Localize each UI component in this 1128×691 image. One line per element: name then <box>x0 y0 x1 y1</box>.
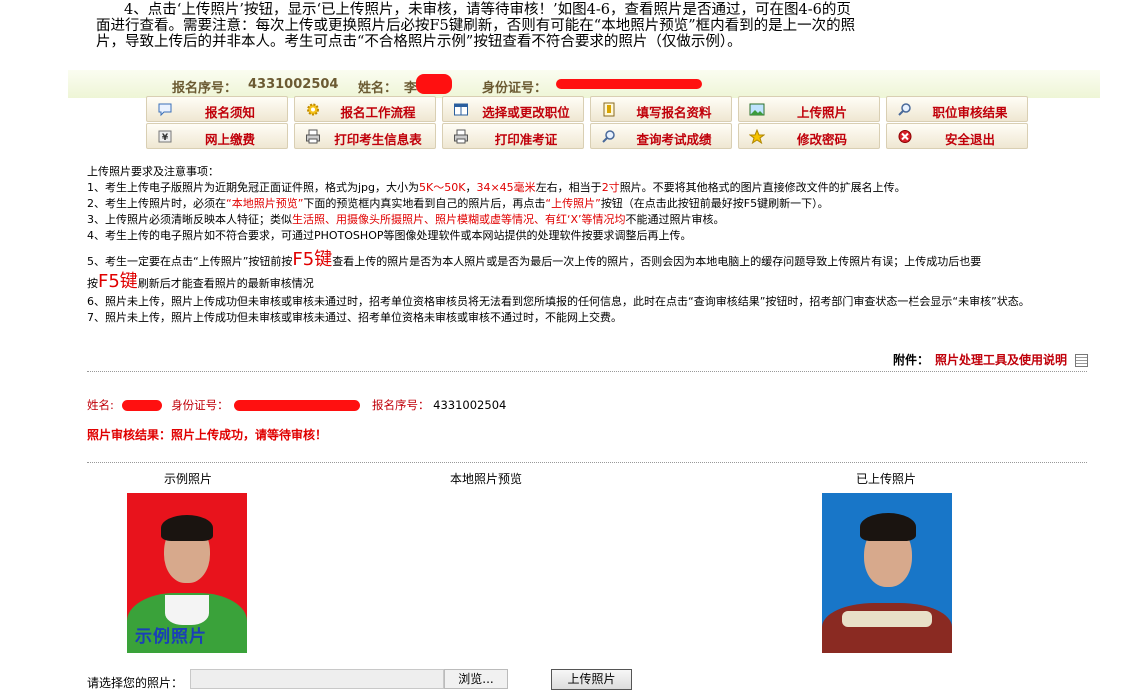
id-number-label: 身份证号： <box>482 81 548 96</box>
window-icon <box>454 103 468 116</box>
note-6: 6、照片未上传，照片上传成功但未审核或审核未通过时，招考单位资格审核员将无法看到… <box>87 295 1030 308</box>
gear-icon <box>307 103 319 116</box>
menu-exam-scores[interactable]: 查询考试成绩 <box>590 123 732 149</box>
sample-photo: 示例照片 <box>127 493 247 653</box>
printer-icon <box>454 129 468 144</box>
attachment-label: 附件： <box>892 353 929 367</box>
magnifier-icon <box>898 103 911 116</box>
file-path-input[interactable] <box>190 669 444 689</box>
divider <box>87 462 1087 463</box>
intro-line-1: 4、点击‘上传照片’按钮，显示‘已上传照片，未审核，请等待审核！’如图4-6，查… <box>124 2 851 18</box>
menu-choose-position[interactable]: 选择或更改职位 <box>442 96 584 122</box>
student-info: 姓名: 身份证号： 报名序号： 4331002504 <box>87 397 506 413</box>
upload-requirements: 上传照片要求及注意事项： 1、考生上传电子版照片为近期免冠正面证件照，格式为jp… <box>87 164 1092 326</box>
choose-photo-label: 请选择您的照片： <box>87 676 184 690</box>
upload-photo-button[interactable]: 上传照片 <box>551 669 632 690</box>
student-name-redaction <box>121 400 162 411</box>
yen-icon: ¥ <box>158 130 172 143</box>
menu-registration-notice[interactable]: 报名须知 <box>146 96 288 122</box>
applicant-info-bar: 报名序号： 4331002504 姓名： 李 身份证号： <box>68 70 1100 98</box>
sample-photo-hair <box>161 515 213 541</box>
menu-fill-form[interactable]: 填写报名资料 <box>590 96 732 122</box>
uploaded-photo-stripe <box>842 611 932 627</box>
menu-logout[interactable]: 安全退出 <box>886 123 1028 149</box>
menu-workflow[interactable]: 报名工作流程 <box>294 96 436 122</box>
menu-label: 填写报名资料 <box>636 105 712 120</box>
menu-label: 报名须知 <box>204 105 255 120</box>
menu-change-password[interactable]: 修改密码 <box>738 123 880 149</box>
note-5: 5、考生一定要在点击“上传照片”按钮前按F5键查看上传的照片是否为本人照片或是否… <box>87 249 982 292</box>
reg-number-label: 报名序号： <box>172 81 238 96</box>
attachment-row: 附件： 照片处理工具及使用说明 <box>893 351 1088 368</box>
note-1: 1、考生上传电子版照片为近期免冠正面证件照，格式为jpg，大小为5K～50K，3… <box>87 181 906 194</box>
document-icon[interactable] <box>1075 354 1088 367</box>
speech-bubble-icon <box>158 103 172 117</box>
intro-line-2: 面进行查看。需要注意：每次上传或更换照片后必按F5键刷新，否则有可能在“本地照片… <box>96 18 856 34</box>
photo-tool-link[interactable]: 照片处理工具及使用说明 <box>935 353 1067 367</box>
photo-review-result: 照片审核结果：照片上传成功，请等待审核！ <box>87 428 328 442</box>
svg-text:¥: ¥ <box>162 133 169 143</box>
menu-print-info-sheet[interactable]: 打印考生信息表 <box>294 123 436 149</box>
printer-icon <box>306 129 320 144</box>
menu-label: 修改密码 <box>796 132 847 147</box>
sample-photo-collar <box>165 595 209 625</box>
menu-label: 网上缴费 <box>204 132 255 147</box>
menu-position-review-result[interactable]: 职位审核结果 <box>886 96 1028 122</box>
intro-line-3: 片，导致上传后的并非本人。考生可点击“不合格照片示例”按钮查看不符合要求的照片（… <box>96 34 742 50</box>
sample-photo-caption: 示例照片 <box>164 472 213 486</box>
student-reg-value: 4331002504 <box>433 398 507 412</box>
name-redaction <box>416 74 452 94</box>
student-name-label: 姓名: <box>87 398 114 412</box>
exit-icon <box>898 130 912 143</box>
menu-label: 打印准考证 <box>494 132 558 147</box>
menu-label: 选择或更改职位 <box>482 105 570 120</box>
student-id-label: 身份证号： <box>171 398 229 412</box>
student-reg-label: 报名序号： <box>372 398 430 412</box>
menu-label: 查询考试成绩 <box>636 132 712 147</box>
uploaded-photo-caption: 已上传照片 <box>856 472 917 486</box>
browse-button[interactable]: 浏览... <box>444 669 508 689</box>
form-icon <box>603 102 615 117</box>
id-number-redaction <box>556 79 702 89</box>
uploaded-photo-hair <box>860 513 916 541</box>
menu-label: 安全退出 <box>944 132 995 147</box>
menu-label: 上传照片 <box>796 105 847 120</box>
uploaded-photo <box>822 493 952 653</box>
note-3: 3、上传照片必须清晰反映本人特征；类似生活照、用摄像头所摄照片、照片模糊或虚等情… <box>87 213 725 226</box>
magnifier-icon <box>602 130 615 143</box>
picture-icon <box>749 103 765 116</box>
divider <box>87 371 1087 372</box>
menu-label: 职位审核结果 <box>932 105 1008 120</box>
note-4: 4、考生上传的电子照片如不符合要求，可通过PHOTOSHOP等图像处理软件或本网… <box>87 229 692 242</box>
menu-label: 报名工作流程 <box>340 105 416 120</box>
menu-print-admission-ticket[interactable]: 打印准考证 <box>442 123 584 149</box>
student-id-redaction <box>234 400 361 411</box>
sample-photo-stamp: 示例照片 <box>135 627 207 647</box>
menu-online-payment[interactable]: ¥ 网上缴费 <box>146 123 288 149</box>
note-7: 7、照片未上传，照片上传成功但未审核或审核未通过、招考单位资格未审核或审核不通过… <box>87 311 622 324</box>
name-label: 姓名： <box>358 81 398 96</box>
reg-number-value: 4331002504 <box>248 77 339 92</box>
notes-title: 上传照片要求及注意事项： <box>87 165 219 178</box>
intro-paragraph: 4、点击‘上传照片’按钮，显示‘已上传照片，未审核，请等待审核！’如图4-6，查… <box>96 2 996 50</box>
star-icon <box>749 129 765 144</box>
menu-label: 打印考生信息表 <box>334 132 422 147</box>
local-preview-caption: 本地照片预览 <box>450 472 523 486</box>
note-2: 2、考生上传照片时，必须在“本地照片预览”下面的预览框内真实地看到自己的照片后，… <box>87 197 829 210</box>
menu-upload-photo[interactable]: 上传照片 <box>738 96 880 122</box>
